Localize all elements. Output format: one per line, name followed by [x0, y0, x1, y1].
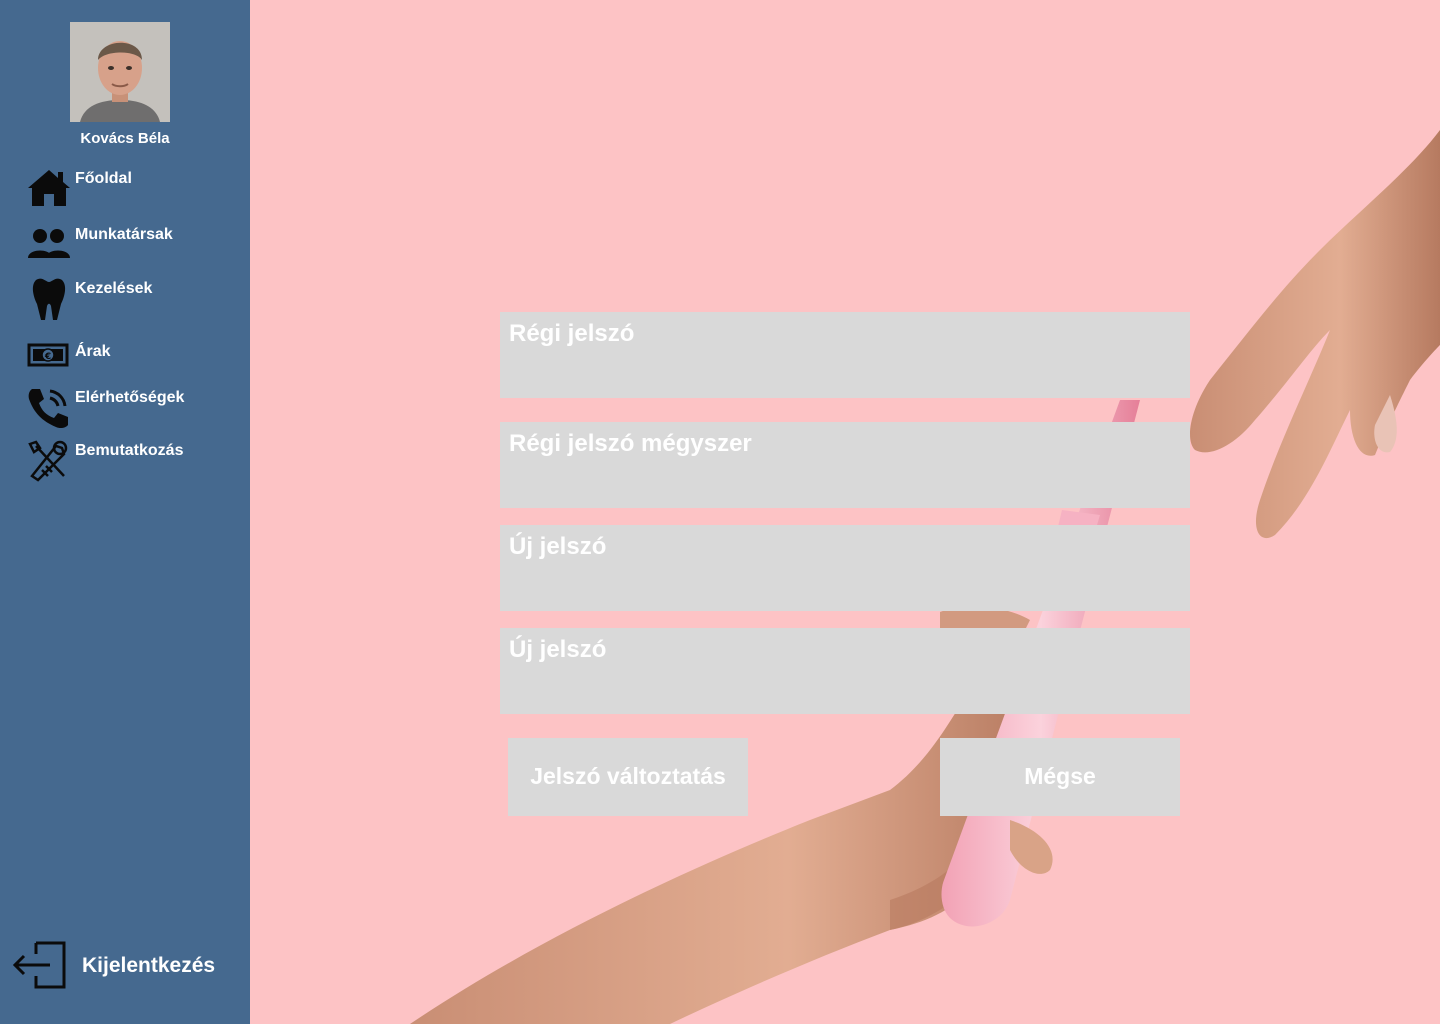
- new-password-confirm-field[interactable]: Új jelszó: [500, 628, 1190, 714]
- sidebar-item-label: Kezelések: [75, 280, 153, 297]
- people-icon: [28, 229, 70, 258]
- user-portrait-icon: [70, 22, 170, 122]
- logout-icon: [12, 941, 66, 989]
- sidebar-item-label: Bemutatkozás: [75, 442, 184, 459]
- tools-icon: [28, 440, 68, 482]
- user-name: Kovács Béla: [80, 130, 170, 147]
- sidebar-item-label: Munkatársak: [75, 226, 173, 243]
- change-password-button[interactable]: Jelszó változtatás: [508, 738, 748, 816]
- avatar[interactable]: [70, 22, 170, 122]
- new-password-placeholder: Új jelszó: [509, 533, 607, 560]
- sidebar-item-label: Elérhetőségek: [75, 389, 185, 406]
- sidebar-item-contacts[interactable]: Elérhetőségek: [26, 385, 236, 429]
- sidebar-item-about[interactable]: Bemutatkozás: [26, 438, 236, 482]
- euro-banknote-icon: €: [27, 343, 69, 367]
- logout-label: Kijelentkezés: [82, 954, 216, 977]
- sidebar: Kovács Béla Főoldal Munkatársak Kezelése…: [0, 0, 250, 1024]
- home-icon: [28, 170, 70, 206]
- old-password-repeat-field[interactable]: Régi jelszó mégyszer: [500, 422, 1190, 508]
- svg-text:€: €: [44, 352, 51, 362]
- cancel-button[interactable]: Mégse: [940, 738, 1180, 816]
- tooth-icon: [32, 278, 66, 320]
- sidebar-item-prices[interactable]: € Árak: [26, 339, 236, 383]
- sidebar-item-label: Főoldal: [75, 170, 132, 187]
- old-password-repeat-placeholder: Régi jelszó mégyszer: [509, 430, 752, 457]
- old-password-field[interactable]: Régi jelszó: [500, 312, 1190, 398]
- old-password-placeholder: Régi jelszó: [509, 320, 635, 347]
- sidebar-item-coworkers[interactable]: Munkatársak: [26, 222, 236, 266]
- phone-icon: [28, 389, 68, 429]
- new-password-field[interactable]: Új jelszó: [500, 525, 1190, 611]
- hero-background-image: [410, 130, 1440, 1024]
- new-password-confirm-placeholder: Új jelszó: [509, 636, 607, 663]
- sidebar-item-home[interactable]: Főoldal: [26, 166, 236, 210]
- logout-button[interactable]: Kijelentkezés: [12, 940, 242, 992]
- sidebar-item-label: Árak: [75, 343, 111, 360]
- sidebar-item-treatments[interactable]: Kezelések: [26, 276, 236, 322]
